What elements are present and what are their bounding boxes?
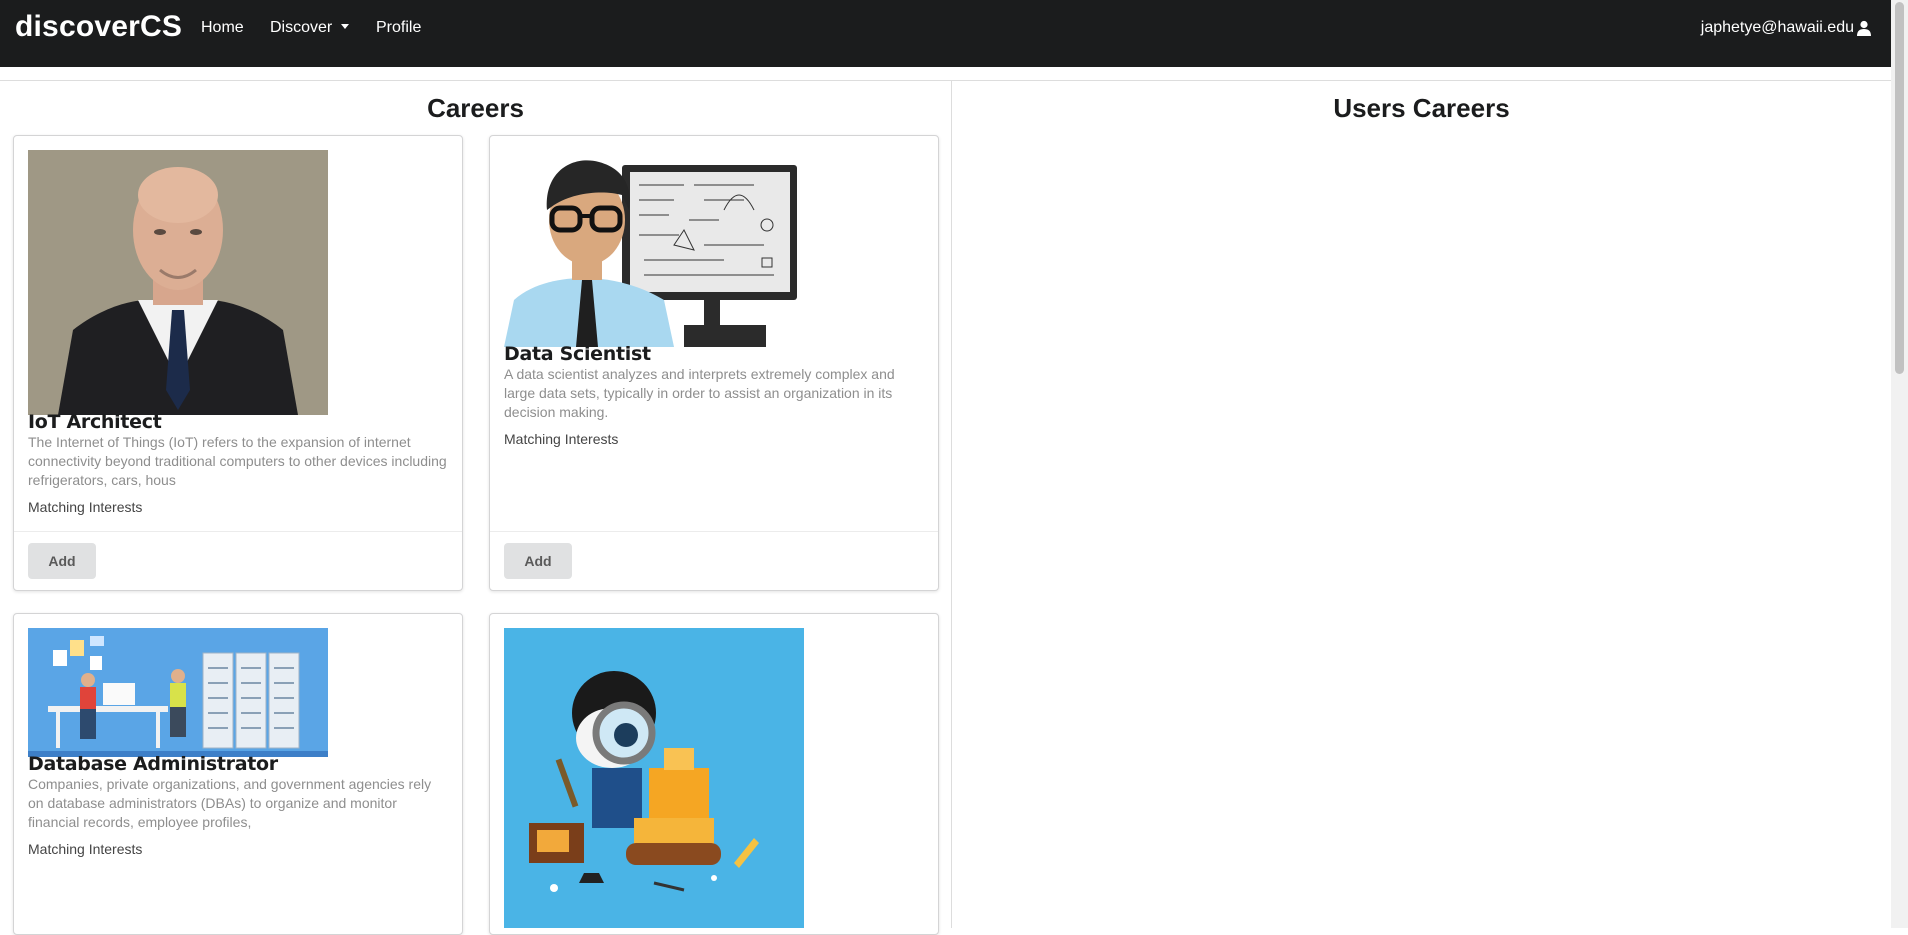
card-footer-divider bbox=[490, 531, 938, 532]
career-card: Data Scientist A data scientist analyzes… bbox=[489, 135, 939, 591]
career-title: IoT Architect bbox=[28, 411, 162, 433]
user-icon bbox=[1857, 20, 1871, 36]
career-card: IoT Architect The Internet of Things (Io… bbox=[13, 135, 463, 591]
data-scientist-illustration bbox=[504, 150, 804, 347]
brand-logo[interactable]: discoverCS bbox=[15, 10, 182, 44]
add-career-button[interactable]: Add bbox=[28, 543, 96, 579]
content-divider-top bbox=[0, 80, 1891, 81]
career-card: Database Administrator Companies, privat… bbox=[13, 613, 463, 935]
scrollbar-thumb[interactable] bbox=[1895, 2, 1904, 374]
nav-discover-label: Discover bbox=[270, 19, 333, 36]
matching-interests-label: Matching Interests bbox=[28, 499, 143, 515]
career-description: The Internet of Things (IoT) refers to t… bbox=[28, 434, 447, 488]
dba-illustration bbox=[28, 628, 328, 757]
nav-profile-link[interactable]: Profile bbox=[376, 19, 421, 37]
career-image-database-administrator bbox=[28, 628, 328, 757]
career-title: Data Scientist bbox=[504, 343, 651, 365]
caret-down-icon bbox=[341, 24, 350, 29]
page-scrollbar[interactable] bbox=[1891, 0, 1908, 928]
career-title: Database Administrator bbox=[28, 753, 278, 775]
nav-discover-dropdown[interactable]: Discover bbox=[270, 19, 350, 37]
engineer-illustration bbox=[504, 628, 804, 928]
portrait-illustration bbox=[28, 150, 328, 415]
career-image-iot-architect bbox=[28, 150, 328, 415]
careers-heading: Careers bbox=[427, 93, 524, 123]
nav-home-link[interactable]: Home bbox=[201, 19, 244, 37]
column-divider bbox=[951, 81, 952, 928]
users-careers-heading: Users Careers bbox=[1333, 93, 1510, 123]
card-footer-divider bbox=[14, 531, 462, 532]
top-navbar: discoverCS Home Discover Profile japhety… bbox=[0, 0, 1908, 67]
matching-interests-label: Matching Interests bbox=[504, 431, 619, 447]
career-description: A data scientist analyzes and interprets… bbox=[504, 366, 895, 420]
career-description: Companies, private organizations, and go… bbox=[28, 776, 432, 830]
user-email: japhetye@hawaii.edu bbox=[1700, 19, 1854, 36]
add-career-button[interactable]: Add bbox=[504, 543, 572, 579]
user-menu[interactable]: japhetye@hawaii.edu bbox=[1701, 19, 1872, 37]
career-image-data-scientist bbox=[504, 150, 804, 347]
career-image-engineer bbox=[504, 628, 804, 928]
matching-interests-label: Matching Interests bbox=[28, 841, 143, 857]
career-card bbox=[489, 613, 939, 935]
